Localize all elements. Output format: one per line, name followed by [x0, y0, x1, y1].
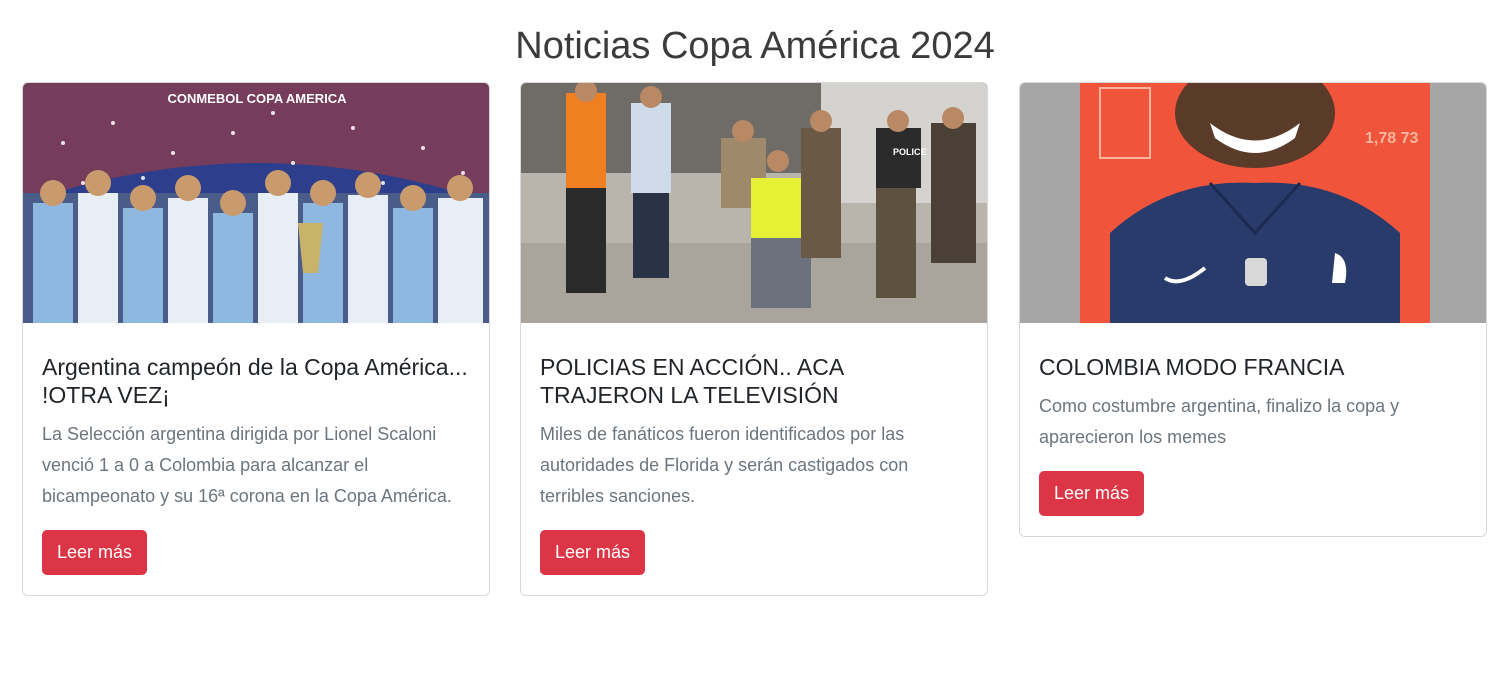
read-more-button[interactable]: Leer más [1039, 471, 1145, 516]
card-text: La Selección argentina dirigida por Lion… [42, 424, 452, 506]
card-body: COLOMBIA MODO FRANCIA Como costumbre arg… [1020, 323, 1486, 536]
card-body: Argentina campeón de la Copa América... … [23, 323, 489, 595]
page-title: Noticias Copa América 2024 [515, 25, 995, 67]
card-text: Como costumbre argentina, finalizo la co… [1039, 396, 1400, 447]
image-police-text: POLICE [893, 147, 927, 157]
card-image-meme[interactable]: 1,78 73 [1020, 83, 1486, 323]
news-card: 1,78 73 COLOMBIA MODO FRANCIA Como costu… [1019, 82, 1487, 537]
card-text: Miles de fanáticos fueron identificados … [540, 424, 909, 506]
image-stats-text: 1,78 73 [1365, 130, 1418, 147]
news-card: POLICE POLICIAS EN ACCIÓN.. ACA TRAJERON… [520, 82, 988, 596]
news-card: CONMEBOL COPA AMERICA Argentina campeón … [22, 82, 490, 596]
image-banner-text: CONMEBOL COPA AMERICA [167, 91, 347, 106]
card-title: COLOMBIA MODO FRANCIA [1039, 354, 1345, 380]
card-image-celebration[interactable]: CONMEBOL COPA AMERICA [23, 83, 489, 323]
card-body: POLICIAS EN ACCIÓN.. ACA TRAJERON LA TEL… [521, 323, 987, 595]
card-title: Argentina campeón de la Copa América... … [42, 354, 468, 408]
read-more-button[interactable]: Leer más [42, 530, 148, 575]
card-image-police[interactable]: POLICE [521, 83, 987, 323]
read-more-button[interactable]: Leer más [540, 530, 646, 575]
card-title: POLICIAS EN ACCIÓN.. ACA TRAJERON LA TEL… [540, 354, 843, 408]
